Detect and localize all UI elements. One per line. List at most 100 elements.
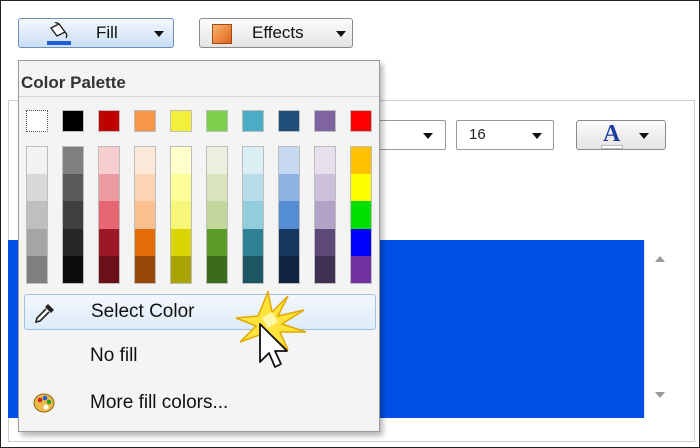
color-swatch[interactable] (134, 110, 156, 132)
effects-button-label: Effects (252, 23, 304, 42)
chevron-down-icon (423, 133, 433, 139)
color-swatch[interactable] (26, 110, 48, 132)
color-swatch[interactable] (171, 255, 191, 284)
color-swatch[interactable] (207, 147, 227, 175)
fill-button-label: Fill (96, 23, 118, 42)
select-color-menu-item[interactable]: Select Color (24, 294, 376, 330)
color-swatch[interactable] (351, 174, 371, 202)
color-shade-column (26, 146, 48, 284)
color-swatch[interactable] (351, 147, 371, 175)
select-color-label: Select Color (91, 301, 195, 322)
color-shade-column (278, 146, 300, 284)
more-fill-colors-menu-item[interactable]: More fill colors... (24, 385, 376, 421)
color-swatch[interactable] (351, 201, 371, 229)
color-swatch[interactable] (279, 201, 299, 229)
font-color-button[interactable]: A (576, 120, 666, 150)
divider (19, 96, 379, 97)
color-shade-column (314, 146, 336, 284)
color-swatch[interactable] (63, 228, 83, 256)
color-swatch[interactable] (207, 255, 227, 284)
color-swatch[interactable] (315, 228, 335, 256)
color-swatch[interactable] (315, 147, 335, 175)
color-swatch[interactable] (206, 110, 228, 132)
color-swatch[interactable] (351, 255, 371, 284)
font-size-dropdown[interactable]: 16 (456, 120, 554, 150)
color-swatch[interactable] (279, 147, 299, 175)
color-swatch[interactable] (171, 174, 191, 202)
eyedropper-icon (33, 301, 57, 325)
color-swatch[interactable] (63, 174, 83, 202)
more-fill-colors-label: More fill colors... (90, 392, 229, 413)
color-swatch[interactable] (27, 174, 47, 202)
chevron-down-icon (639, 133, 649, 139)
scroll-up-icon (655, 256, 665, 262)
color-swatch[interactable] (135, 147, 155, 175)
color-swatch[interactable] (243, 255, 263, 284)
color-swatch[interactable] (135, 228, 155, 256)
vertical-scrollbar[interactable] (644, 240, 675, 418)
effects-button[interactable]: Effects (199, 18, 353, 48)
color-swatch[interactable] (63, 147, 83, 175)
color-swatch[interactable] (135, 201, 155, 229)
color-swatch[interactable] (279, 255, 299, 284)
color-palette-heading: Color Palette (21, 73, 126, 92)
font-color-underline (601, 145, 623, 149)
color-swatch[interactable] (99, 147, 119, 175)
color-swatch[interactable] (27, 255, 47, 284)
fill-button[interactable]: Fill (18, 18, 174, 48)
color-swatch[interactable] (207, 174, 227, 202)
no-fill-label: No fill (90, 345, 138, 366)
color-shade-column (134, 146, 156, 284)
color-swatch[interactable] (243, 174, 263, 202)
color-swatch[interactable] (207, 201, 227, 229)
color-swatch[interactable] (207, 228, 227, 256)
color-swatch[interactable] (314, 110, 336, 132)
color-swatch[interactable] (27, 147, 47, 175)
color-swatch[interactable] (99, 174, 119, 202)
no-fill-menu-item[interactable]: No fill (24, 338, 376, 374)
scroll-down-icon (655, 392, 665, 398)
color-shade-column (62, 146, 84, 284)
color-shade-column (242, 146, 264, 284)
color-swatch[interactable] (315, 201, 335, 229)
color-swatch[interactable] (99, 228, 119, 256)
paint-bucket-icon (45, 21, 75, 46)
color-swatch[interactable] (170, 110, 192, 132)
color-swatch[interactable] (279, 174, 299, 202)
color-swatch[interactable] (27, 228, 47, 256)
color-swatch[interactable] (27, 201, 47, 229)
color-swatch[interactable] (278, 110, 300, 132)
color-swatch[interactable] (99, 255, 119, 284)
color-swatch[interactable] (315, 255, 335, 284)
color-swatch[interactable] (315, 174, 335, 202)
color-swatch[interactable] (243, 201, 263, 229)
font-size-value: 16 (469, 126, 486, 143)
color-swatch[interactable] (350, 110, 372, 132)
color-swatch[interactable] (351, 228, 371, 256)
color-swatch[interactable] (135, 174, 155, 202)
color-swatch[interactable] (99, 201, 119, 229)
chevron-down-icon (532, 133, 542, 139)
color-swatch[interactable] (63, 255, 83, 284)
color-shade-column (350, 146, 372, 284)
color-shade-column (206, 146, 228, 284)
palette-icon (32, 391, 56, 415)
color-swatch[interactable] (63, 201, 83, 229)
chevron-down-icon (336, 31, 346, 37)
font-color-icon: A (603, 121, 621, 147)
color-swatch[interactable] (243, 147, 263, 175)
color-swatch[interactable] (135, 255, 155, 284)
color-swatch[interactable] (243, 228, 263, 256)
color-swatch[interactable] (242, 110, 264, 132)
color-swatch[interactable] (171, 201, 191, 229)
color-swatch[interactable] (171, 147, 191, 175)
click-highlight (235, 289, 307, 368)
effects-icon (212, 24, 232, 44)
chevron-down-icon (154, 31, 164, 37)
color-shade-column (170, 146, 192, 284)
color-swatch[interactable] (62, 110, 84, 132)
color-shade-column (98, 146, 120, 284)
color-swatch[interactable] (279, 228, 299, 256)
color-swatch[interactable] (171, 228, 191, 256)
color-swatch[interactable] (98, 110, 120, 132)
